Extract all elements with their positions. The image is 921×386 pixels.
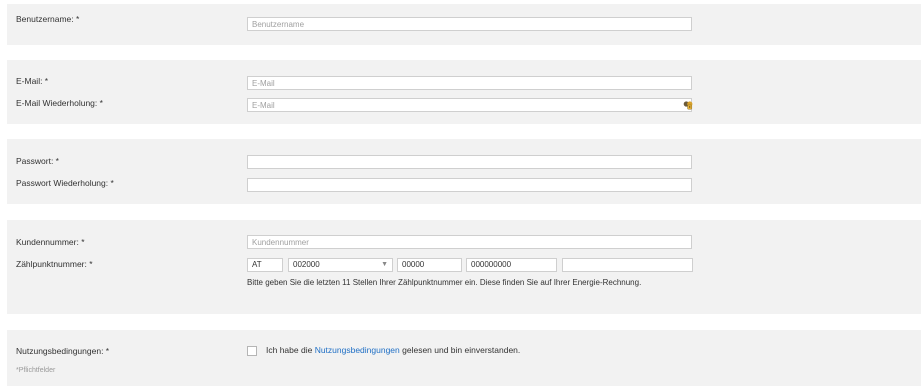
terms-link[interactable]: Nutzungsbedingungen (315, 345, 400, 355)
password-section (7, 139, 921, 204)
email-label: E-Mail: * (16, 76, 49, 86)
terms-text: Ich habe die Nutzungsbedingungen gelesen… (266, 345, 520, 355)
username-input[interactable] (247, 17, 692, 31)
meter-network-value: 002000 (293, 260, 320, 269)
meter-number-field[interactable]: 000000000 (466, 258, 557, 272)
meter-network-select[interactable]: 002000 ▼ (288, 258, 393, 272)
terms-checkbox[interactable] (247, 346, 257, 356)
username-label: Benutzername: * (16, 14, 80, 24)
meter-point-hint: Bitte geben Sie die letzten 11 Stellen I… (247, 278, 642, 287)
terms-text-after: gelesen und bin einverstanden. (399, 345, 521, 355)
meter-point-label: Zählpunktnummer: * (16, 259, 93, 269)
password-repeat-input[interactable] (247, 178, 692, 192)
email-repeat-label: E-Mail Wiederholung: * (16, 98, 103, 108)
meter-country-field[interactable]: AT (247, 258, 283, 272)
password-manager-key-icon[interactable] (683, 100, 693, 110)
chevron-down-icon: ▼ (381, 261, 388, 268)
customer-number-label: Kundennummer: * (16, 237, 85, 247)
email-input[interactable] (247, 76, 692, 90)
terms-text-before: Ich habe die (266, 345, 315, 355)
terms-section (7, 330, 921, 386)
email-section (7, 60, 921, 124)
terms-label: Nutzungsbedingungen: * (16, 346, 110, 356)
password-input[interactable] (247, 155, 692, 169)
required-fields-note: *Pflichtfelder (16, 367, 56, 374)
password-label: Passwort: * (16, 156, 59, 166)
meter-last-digits-field[interactable] (562, 258, 693, 272)
email-repeat-input[interactable] (247, 98, 692, 112)
password-repeat-label: Passwort Wiederholung: * (16, 178, 114, 188)
customer-number-input[interactable] (247, 235, 692, 249)
meter-postal-field[interactable]: 00000 (397, 258, 462, 272)
